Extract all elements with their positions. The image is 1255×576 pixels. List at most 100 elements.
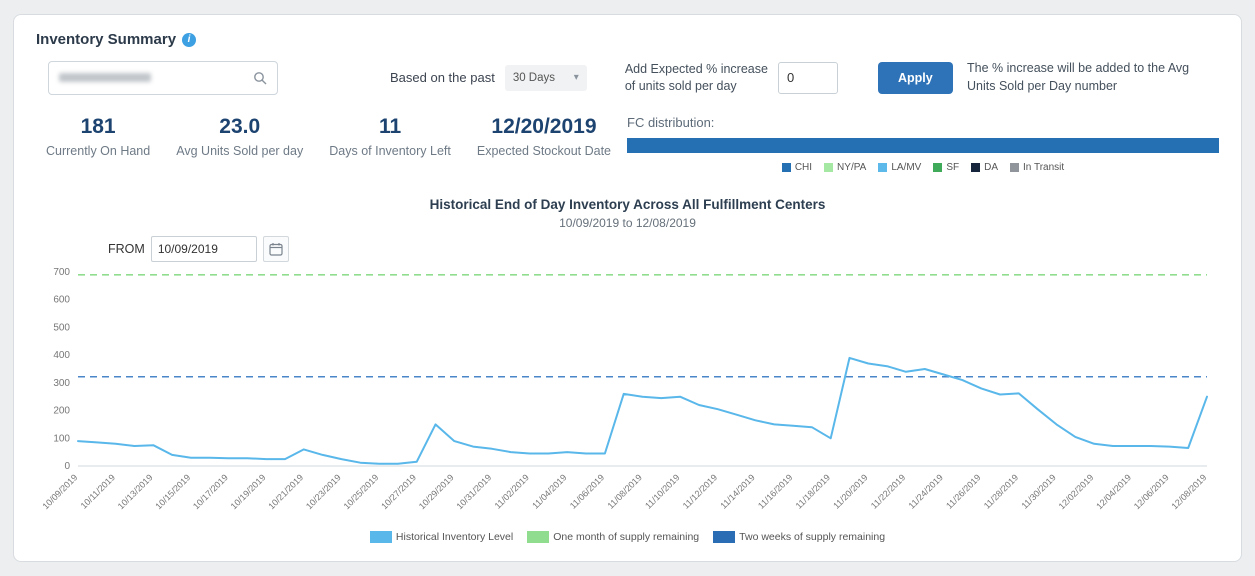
- legend-swatch: [971, 163, 981, 172]
- search-redacted-text: [59, 73, 151, 82]
- legend-label: Historical Inventory Level: [395, 531, 514, 543]
- stats-row: 181 Currently On Hand 23.0 Avg Units Sol…: [36, 115, 1219, 173]
- legend-label: CHI: [794, 162, 813, 173]
- period-select-value: 30 Days: [512, 71, 555, 84]
- info-icon[interactable]: i: [182, 32, 197, 47]
- svg-text:10/23/2019: 10/23/2019: [304, 472, 343, 511]
- from-date-row: FROM: [36, 236, 1219, 262]
- svg-text:10/15/2019: 10/15/2019: [153, 472, 192, 511]
- svg-text:10/09/2019: 10/09/2019: [40, 472, 79, 511]
- svg-text:500: 500: [53, 322, 70, 333]
- legend-swatch: [933, 163, 943, 172]
- increase-input[interactable]: [777, 61, 838, 94]
- svg-text:10/21/2019: 10/21/2019: [266, 472, 305, 511]
- svg-text:12/04/2019: 12/04/2019: [1094, 472, 1133, 511]
- inventory-line-chart: 0 100 200 300 400 500 600 700 10/09/2019 10/11/20…: [40, 267, 1208, 511]
- inventory-summary-card: Inventory Summary i Based on the past 30…: [13, 14, 1242, 562]
- stat-label: Avg Units Sold per day: [176, 144, 304, 158]
- legend-label: DA: [984, 162, 999, 173]
- legend-item: One month of supply remaining: [527, 531, 699, 543]
- svg-text:0: 0: [64, 461, 70, 472]
- search-input[interactable]: [48, 60, 278, 95]
- svg-text:11/14/2019: 11/14/2019: [718, 472, 756, 510]
- svg-text:10/29/2019: 10/29/2019: [417, 472, 456, 511]
- legend-item: DA: [971, 162, 998, 173]
- period-select[interactable]: 30 Days ▾: [504, 64, 587, 91]
- svg-text:11/12/2019: 11/12/2019: [681, 472, 719, 510]
- legend-item: CHI: [781, 162, 813, 173]
- fc-distribution-bar: [627, 138, 1219, 153]
- fc-distribution-label: FC distribution:: [627, 115, 715, 130]
- chevron-down-icon: ▾: [573, 72, 579, 83]
- legend-swatch: [527, 531, 550, 543]
- svg-text:11/24/2019: 11/24/2019: [907, 472, 945, 510]
- stat-value: 181: [80, 115, 116, 138]
- svg-text:10/31/2019: 10/31/2019: [454, 472, 493, 511]
- legend-swatch: [1010, 163, 1020, 172]
- fc-distribution-legend: CHI NY/PA LA/MV SF DA In Transit: [627, 162, 1219, 173]
- svg-text:300: 300: [53, 378, 70, 389]
- svg-text:11/02/2019: 11/02/2019: [493, 472, 531, 510]
- legend-item: NY/PA: [824, 162, 866, 173]
- legend-label: SF: [946, 162, 960, 173]
- svg-text:11/18/2019: 11/18/2019: [794, 472, 832, 510]
- svg-text:400: 400: [53, 350, 70, 361]
- legend-swatch: [369, 531, 392, 543]
- from-date-input[interactable]: [150, 236, 257, 262]
- legend-label: Two weeks of supply remaining: [739, 531, 886, 543]
- search-icon[interactable]: [253, 71, 267, 85]
- stat-days-of-inventory: 11 Days of Inventory Left: [329, 115, 451, 158]
- svg-text:10/17/2019: 10/17/2019: [191, 472, 230, 511]
- svg-text:11/10/2019: 11/10/2019: [643, 472, 681, 510]
- svg-text:12/08/2019: 12/08/2019: [1169, 472, 1208, 511]
- svg-text:12/06/2019: 12/06/2019: [1132, 472, 1171, 511]
- svg-text:11/16/2019: 11/16/2019: [756, 472, 794, 510]
- stat-label: Currently On Hand: [46, 144, 151, 158]
- svg-text:10/13/2019: 10/13/2019: [116, 472, 155, 511]
- svg-text:100: 100: [53, 433, 70, 444]
- calendar-icon[interactable]: [262, 236, 289, 262]
- legend-item: Historical Inventory Level: [369, 531, 514, 543]
- stats: 181 Currently On Hand 23.0 Avg Units Sol…: [36, 115, 611, 158]
- legend-swatch: [713, 531, 736, 543]
- svg-text:11/06/2019: 11/06/2019: [568, 472, 606, 510]
- svg-text:10/19/2019: 10/19/2019: [229, 472, 268, 511]
- period-group: Based on the past 30 Days ▾: [390, 64, 587, 91]
- svg-text:700: 700: [53, 267, 70, 278]
- legend-label: LA/MV: [891, 162, 922, 173]
- legend-item: In Transit: [1010, 162, 1064, 173]
- increase-label: Add Expected % increase of units sold pe…: [625, 61, 768, 95]
- svg-text:11/08/2019: 11/08/2019: [605, 472, 643, 510]
- page-title: Inventory Summary: [36, 31, 177, 48]
- legend-item: LA/MV: [878, 162, 921, 173]
- fc-bar-segment: [627, 138, 1219, 153]
- svg-text:200: 200: [53, 406, 70, 417]
- increase-label-line1: Add Expected % increase: [624, 61, 768, 76]
- stat-currently-on-hand: 181 Currently On Hand: [46, 115, 150, 158]
- legend-swatch: [824, 163, 834, 172]
- legend-swatch: [781, 163, 791, 172]
- svg-text:12/02/2019: 12/02/2019: [1057, 472, 1096, 511]
- fc-distribution: FC distribution: CHI NY/PA LA/MV SF DA In Tra…: [627, 115, 1219, 173]
- card-header: Inventory Summary i: [36, 31, 1219, 48]
- stat-label: Days of Inventory Left: [329, 144, 451, 158]
- legend-swatch: [878, 163, 888, 172]
- from-label: FROM: [108, 242, 145, 256]
- svg-text:600: 600: [53, 295, 70, 306]
- increase-label-line2: of units sold per day: [624, 78, 737, 93]
- apply-button[interactable]: Apply: [877, 61, 953, 94]
- stat-avg-units-sold: 23.0 Avg Units Sold per day: [176, 115, 303, 158]
- chart-subtitle: 10/09/2019 to 12/08/2019: [559, 216, 696, 230]
- helper-text: The % increase will be added to the Avg …: [967, 61, 1190, 93]
- stat-value: 12/20/2019: [491, 115, 597, 138]
- increase-group: Add Expected % increase of units sold pe…: [625, 61, 838, 95]
- legend-label: One month of supply remaining: [553, 531, 700, 543]
- svg-text:10/25/2019: 10/25/2019: [342, 472, 381, 511]
- chart-title: Historical End of Day Inventory Across A…: [429, 197, 826, 212]
- legend-item: SF: [933, 162, 959, 173]
- stat-label: Expected Stockout Date: [476, 144, 611, 158]
- stat-value: 11: [378, 115, 402, 138]
- svg-text:11/30/2019: 11/30/2019: [1019, 472, 1057, 510]
- legend-label: In Transit: [1023, 162, 1065, 173]
- legend-label: NY/PA: [837, 162, 867, 173]
